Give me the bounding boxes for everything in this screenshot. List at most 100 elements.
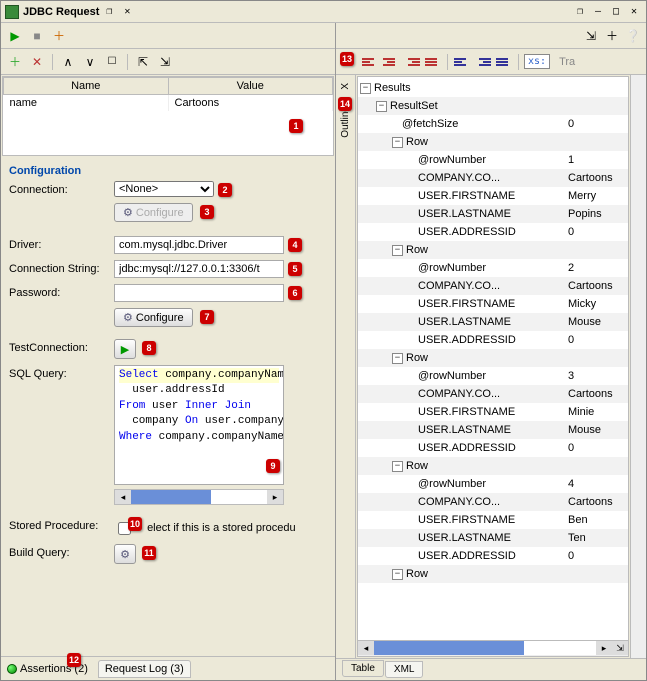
tree-key[interactable]: USER.FIRSTNAME <box>418 190 515 202</box>
sql-scrollbar-h[interactable]: ◂ ▸ <box>114 489 284 505</box>
align-left-icon[interactable] <box>361 54 379 70</box>
app-icon <box>5 5 19 19</box>
maximize-icon[interactable]: □ <box>608 5 624 19</box>
expander-icon[interactable]: − <box>392 461 403 472</box>
tree-value: Ben <box>568 514 628 526</box>
test-connection-button[interactable]: ▶ <box>114 339 136 359</box>
scroll-left-icon[interactable]: ◂ <box>358 641 374 655</box>
minimize-icon[interactable]: — <box>590 5 606 19</box>
build-query-button[interactable]: ⚙ <box>114 544 136 564</box>
sql-editor[interactable]: Select company.companyNam user.addressId… <box>114 365 284 485</box>
expander-icon[interactable]: − <box>392 569 403 580</box>
table-tab[interactable]: Table <box>342 660 384 677</box>
run-icon[interactable]: ▶ <box>6 27 24 45</box>
tree-key[interactable]: USER.ADDRESSID <box>418 442 516 454</box>
move-up-icon[interactable]: ∧ <box>59 53 77 71</box>
tree-key[interactable]: USER.FIRSTNAME <box>418 406 515 418</box>
indent-left-icon[interactable] <box>453 54 471 70</box>
add-icon[interactable]: ＋ <box>50 27 68 45</box>
tree-key[interactable]: @rowNumber <box>418 154 486 166</box>
expander-icon[interactable]: − <box>376 101 387 112</box>
expander-icon[interactable]: − <box>392 137 403 148</box>
add-row-icon[interactable]: ＋ <box>6 53 24 71</box>
tree-key[interactable]: USER.ADDRESSID <box>418 226 516 238</box>
tree-key[interactable]: Row <box>406 136 428 148</box>
tree-scrollbar-h[interactable]: ◂ ▸ ⇲ <box>358 640 628 656</box>
move-down-icon[interactable]: ∨ <box>81 53 99 71</box>
expander-icon[interactable]: − <box>392 353 403 364</box>
tree-key[interactable]: COMPANY.CO... <box>418 280 500 292</box>
tree-key[interactable]: USER.LASTNAME <box>418 316 511 328</box>
grid-header-value[interactable]: Value <box>168 78 333 95</box>
expander-icon[interactable]: − <box>392 245 403 256</box>
tree-value: Cartoons <box>568 496 628 508</box>
callout-9: 9 <box>266 459 280 473</box>
save-icon[interactable]: ⇲ <box>156 53 174 71</box>
restore-icon-left[interactable]: ❐ <box>101 5 117 19</box>
connstr-label: Connection String: <box>9 260 114 275</box>
gear-icon: ⚙ <box>123 206 133 219</box>
tree-key[interactable]: COMPANY.CO... <box>418 496 500 508</box>
help-icon[interactable]: ❔ <box>624 27 642 45</box>
tree-value: Minie <box>568 406 628 418</box>
transform-button[interactable]: Tra <box>559 56 575 68</box>
add-icon-right[interactable]: ＋ <box>603 27 621 45</box>
config-section: Configuration Connection: <None> 2 ⚙Conf… <box>1 157 335 656</box>
tree-key[interactable]: @rowNumber <box>418 370 486 382</box>
scroll-right-icon[interactable]: ▸ <box>267 490 283 504</box>
connstr-input[interactable] <box>114 260 284 278</box>
stop-icon[interactable]: ■ <box>28 27 46 45</box>
tree-key[interactable]: USER.FIRSTNAME <box>418 298 515 310</box>
name-value-grid[interactable]: Name Value name Cartoons 1 <box>2 76 334 156</box>
indent-right-icon[interactable] <box>474 54 492 70</box>
tree-key[interactable]: COMPANY.CO... <box>418 172 500 184</box>
driver-input[interactable] <box>114 236 284 254</box>
grid-row[interactable]: name Cartoons <box>4 95 333 112</box>
storedproc-text: elect if this is a stored procedu <box>147 522 296 534</box>
align-justify-icon[interactable] <box>424 54 442 70</box>
tree-key[interactable]: USER.LASTNAME <box>418 208 511 220</box>
results-tree[interactable]: −Results −ResultSet @fetchSize0 −Row@row… <box>357 76 629 657</box>
xs-button[interactable]: xs: <box>524 54 550 69</box>
scroll-right-icon[interactable]: ▸ <box>596 641 612 655</box>
tree-key[interactable]: Row <box>406 352 428 364</box>
align-right-icon[interactable] <box>403 54 421 70</box>
request-log-tab[interactable]: Request Log (3) <box>98 660 191 678</box>
scroll-left-icon[interactable]: ◂ <box>115 490 131 504</box>
tree-value: Popins <box>568 208 628 220</box>
tree-key[interactable]: Row <box>406 460 428 472</box>
restore-icon-right[interactable]: ❐ <box>572 5 588 19</box>
expander-icon[interactable]: − <box>360 83 371 94</box>
align-center-icon[interactable] <box>382 54 400 70</box>
tree-value: 3 <box>568 370 628 382</box>
tree-key[interactable]: USER.ADDRESSID <box>418 550 516 562</box>
load-icon[interactable]: ⇱ <box>134 53 152 71</box>
configure-connection-button[interactable]: ⚙Configure <box>114 203 193 222</box>
tree-key[interactable]: @rowNumber <box>418 262 486 274</box>
tree-value: Cartoons <box>568 172 628 184</box>
remove-row-icon[interactable]: ✕ <box>28 53 46 71</box>
tree-key[interactable]: @rowNumber <box>418 478 486 490</box>
clear-icon[interactable]: ☐ <box>103 53 121 71</box>
close-icon-left[interactable]: ✕ <box>119 5 135 19</box>
tree-key[interactable]: COMPANY.CO... <box>418 388 500 400</box>
callout-5: 5 <box>288 262 302 276</box>
password-input[interactable] <box>114 284 284 302</box>
tree-key[interactable]: Row <box>406 244 428 256</box>
configure-driver-button[interactable]: ⚙Configure <box>114 308 193 327</box>
tree-value: Micky <box>568 298 628 310</box>
tree-key[interactable]: USER.FIRSTNAME <box>418 514 515 526</box>
tree-scroll[interactable]: −Results −ResultSet @fetchSize0 −Row@row… <box>358 77 628 640</box>
grid-header-name[interactable]: Name <box>4 78 169 95</box>
outdent-icon[interactable] <box>495 54 513 70</box>
tree-scrollbar-v[interactable] <box>630 75 646 658</box>
connection-select[interactable]: <None> <box>114 181 214 197</box>
xml-vert-tab[interactable]: X <box>338 79 353 94</box>
callout-3: 3 <box>200 205 214 219</box>
tree-key[interactable]: USER.LASTNAME <box>418 532 511 544</box>
close-icon-right[interactable]: ✕ <box>626 5 642 19</box>
xml-tab[interactable]: XML <box>385 661 424 678</box>
collapse-icon[interactable]: ⇲ <box>582 27 600 45</box>
tree-key[interactable]: USER.LASTNAME <box>418 424 511 436</box>
tree-key[interactable]: USER.ADDRESSID <box>418 334 516 346</box>
